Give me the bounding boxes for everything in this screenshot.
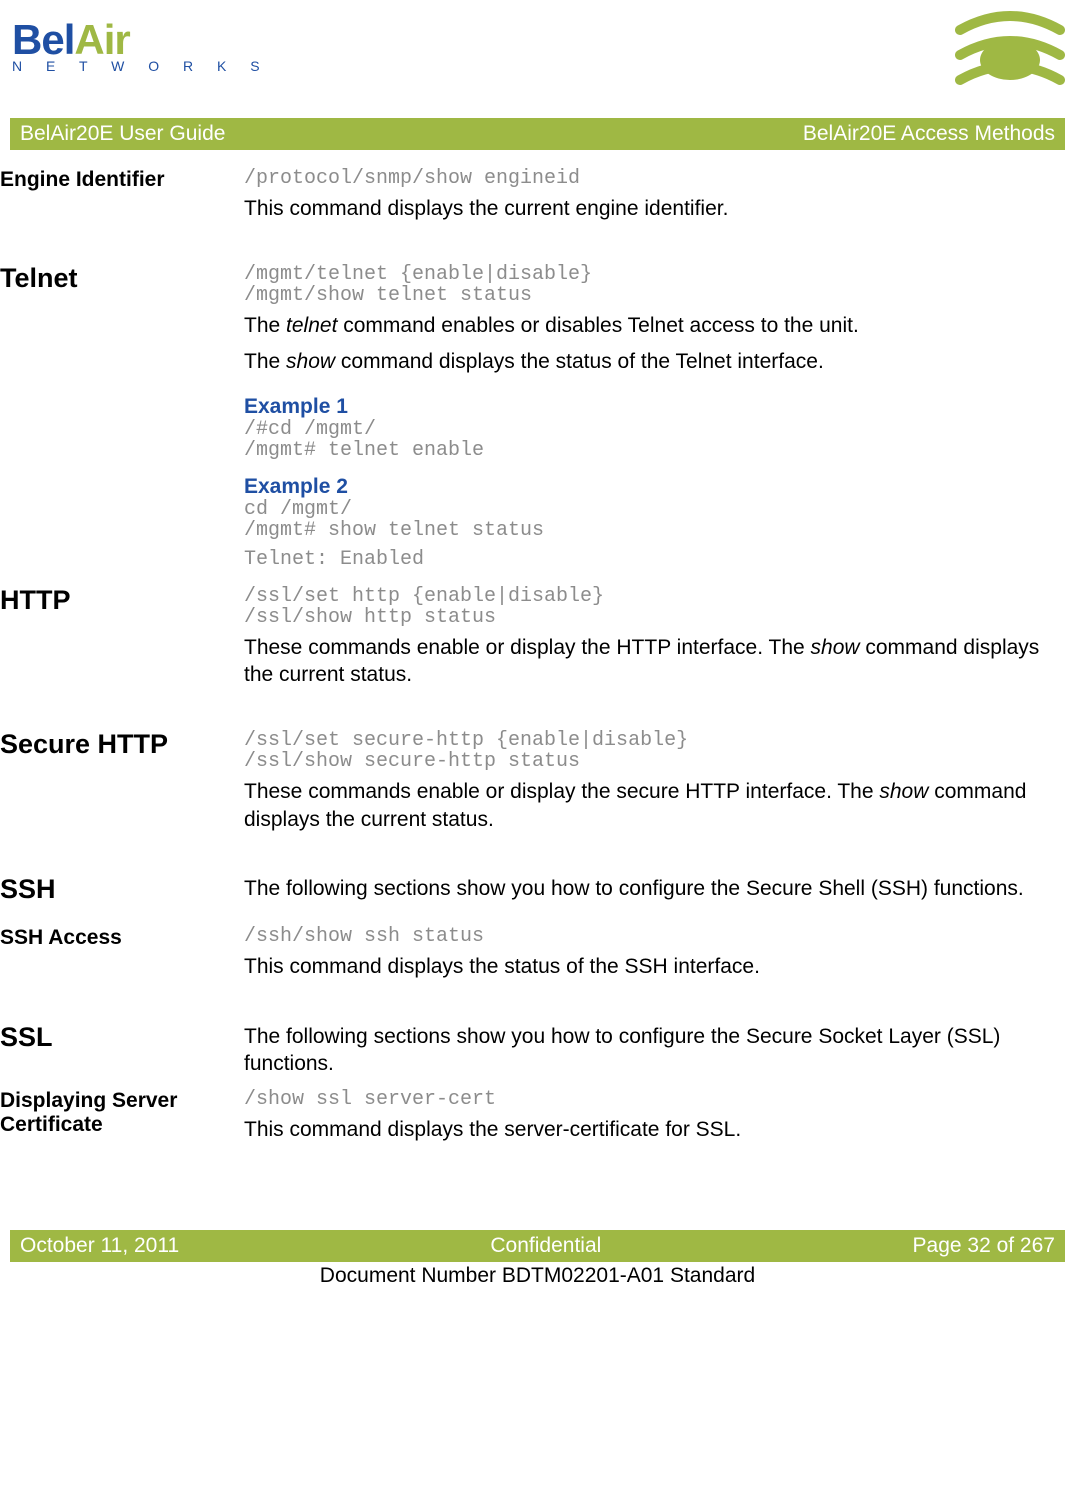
desc-ssh-access: This command displays the status of the … (244, 953, 1047, 980)
desc-telnet-2: The show command displays the status of … (244, 348, 1047, 375)
footer-date: October 11, 2011 (20, 1234, 179, 1258)
header-bar: BelAir20E User Guide BelAir20E Access Me… (10, 118, 1065, 150)
decoration-swoosh-icon (955, 10, 1065, 100)
section-telnet: Telnet (0, 264, 232, 294)
code-http: /ssl/set http {enable|disable} /ssl/show… (244, 586, 1047, 628)
code-server-cert: /show ssl server-cert (244, 1089, 1047, 1110)
brand-sub: N E T W O R K S (12, 58, 270, 74)
desc-telnet-1: The telnet command enables or disables T… (244, 312, 1047, 339)
brand-logo: BelAir N E T W O R K S (12, 10, 270, 74)
code-example-1: /#cd /mgmt/ /mgmt# telnet enable (244, 419, 1047, 461)
section-ssh: SSH (0, 875, 232, 905)
desc-ssl: The following sections show you how to c… (244, 1023, 1047, 1078)
doc-title: BelAir20E User Guide (20, 122, 225, 146)
document-number: Document Number BDTM02201-A01 Standard (0, 1264, 1075, 1288)
brand-name-b: Air (74, 16, 129, 63)
code-secure-http: /ssl/set secure-http {enable|disable} /s… (244, 730, 1047, 772)
output-example-2: Telnet: Enabled (244, 549, 1047, 570)
footer-confidential: Confidential (490, 1234, 601, 1258)
footer-page: Page 32 of 267 (913, 1234, 1055, 1258)
brand-name-a: Bel (12, 16, 74, 63)
example-2-label: Example 2 (244, 475, 1047, 499)
section-ssh-access: SSH Access (0, 926, 232, 950)
code-ssh-access: /ssh/show ssh status (244, 926, 1047, 947)
desc-server-cert: This command displays the server-certifi… (244, 1116, 1047, 1143)
example-1-label: Example 1 (244, 395, 1047, 419)
code-example-2: cd /mgmt/ /mgmt# show telnet status (244, 499, 1047, 541)
desc-ssh: The following sections show you how to c… (244, 875, 1047, 902)
chapter-title: BelAir20E Access Methods (803, 122, 1055, 146)
code-engine: /protocol/snmp/show engineid (244, 168, 1047, 189)
desc-engine: This command displays the current engine… (244, 195, 1047, 222)
section-secure-http: Secure HTTP (0, 730, 232, 760)
code-telnet: /mgmt/telnet {enable|disable} /mgmt/show… (244, 264, 1047, 306)
section-engine-identifier: Engine Identifier (0, 168, 232, 192)
section-http: HTTP (0, 586, 232, 616)
footer-bar: October 11, 2011 Confidential Page 32 of… (10, 1230, 1065, 1262)
desc-http: These commands enable or display the HTT… (244, 634, 1047, 689)
section-ssl: SSL (0, 1023, 232, 1053)
desc-secure-http: These commands enable or display the sec… (244, 778, 1047, 833)
section-server-cert: Displaying Server Certificate (0, 1089, 232, 1137)
